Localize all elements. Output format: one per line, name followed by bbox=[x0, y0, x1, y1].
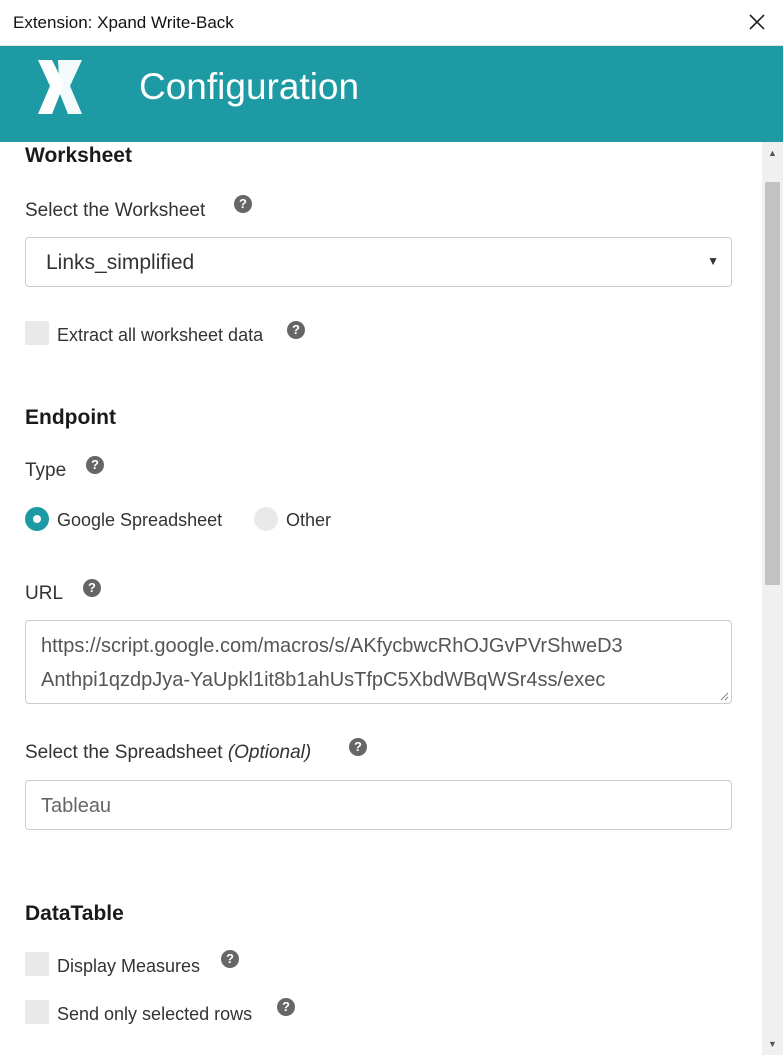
chevron-down-icon: ▼ bbox=[707, 254, 719, 268]
display-measures-label: Display Measures bbox=[57, 956, 201, 976]
vertical-scrollbar[interactable]: ▲ ▼ bbox=[762, 142, 783, 1055]
scroll-up-icon[interactable]: ▲ bbox=[762, 142, 783, 164]
resize-grip-icon[interactable] bbox=[719, 691, 729, 701]
display-measures-checkbox[interactable] bbox=[25, 952, 49, 976]
select-worksheet-label: Select the Worksheet bbox=[25, 200, 206, 221]
endpoint-section-title: Endpoint bbox=[25, 406, 116, 429]
config-header: Configuration bbox=[0, 46, 783, 142]
url-help-icon[interactable]: ? bbox=[83, 579, 101, 597]
radio-google-spreadsheet[interactable] bbox=[25, 507, 49, 531]
spreadsheet-input[interactable]: Tableau bbox=[25, 780, 732, 830]
worksheet-help-icon[interactable]: ? bbox=[234, 195, 252, 213]
type-help-icon[interactable]: ? bbox=[86, 456, 104, 474]
worksheet-section-title: Worksheet bbox=[25, 144, 132, 167]
scroll-down-icon[interactable]: ▼ bbox=[762, 1033, 783, 1055]
spreadsheet-input-value: Tableau bbox=[41, 795, 112, 817]
page-title: Configuration bbox=[139, 66, 360, 107]
xpand-logo-icon bbox=[38, 60, 82, 114]
send-selected-checkbox[interactable] bbox=[25, 1000, 49, 1024]
radio-other[interactable] bbox=[254, 507, 278, 531]
extract-help-icon[interactable]: ? bbox=[287, 321, 305, 339]
window-titlebar: Extension: Xpand Write-Back bbox=[0, 0, 783, 46]
close-icon[interactable] bbox=[745, 10, 769, 34]
worksheet-select-value: Links_simplified bbox=[46, 251, 195, 274]
select-spreadsheet-text: Select the Spreadsheet bbox=[25, 742, 223, 763]
url-line-2: Anthpi1qzdpJya-YaUpkl1it8b1ahUsTfpC5XbdW… bbox=[41, 669, 606, 691]
scrollbar-thumb[interactable] bbox=[765, 182, 780, 585]
send-selected-label: Send only selected rows bbox=[57, 1004, 253, 1024]
send-selected-help-icon[interactable]: ? bbox=[277, 998, 295, 1016]
spreadsheet-help-icon[interactable]: ? bbox=[349, 738, 367, 756]
extract-all-label: Extract all worksheet data bbox=[57, 325, 264, 345]
select-spreadsheet-label: Select the Spreadsheet (Optional) bbox=[25, 742, 311, 764]
optional-text: (Optional) bbox=[227, 742, 312, 763]
radio-google-spreadsheet-label: Google Spreadsheet bbox=[57, 510, 223, 530]
extract-all-checkbox[interactable] bbox=[25, 321, 49, 345]
datatable-section-title: DataTable bbox=[25, 902, 124, 925]
worksheet-select[interactable]: Links_simplified ▼ bbox=[25, 237, 732, 287]
display-measures-help-icon[interactable]: ? bbox=[221, 950, 239, 968]
radio-other-label: Other bbox=[286, 510, 332, 530]
window-title: Extension: Xpand Write-Back bbox=[13, 13, 234, 32]
type-label: Type bbox=[25, 460, 67, 481]
url-textarea[interactable]: https://script.google.com/macros/s/AKfyc… bbox=[25, 620, 732, 704]
config-content: Worksheet Select the Worksheet ? Links_s… bbox=[0, 142, 762, 1055]
url-label: URL bbox=[25, 583, 64, 604]
url-line-1: https://script.google.com/macros/s/AKfyc… bbox=[41, 635, 623, 657]
